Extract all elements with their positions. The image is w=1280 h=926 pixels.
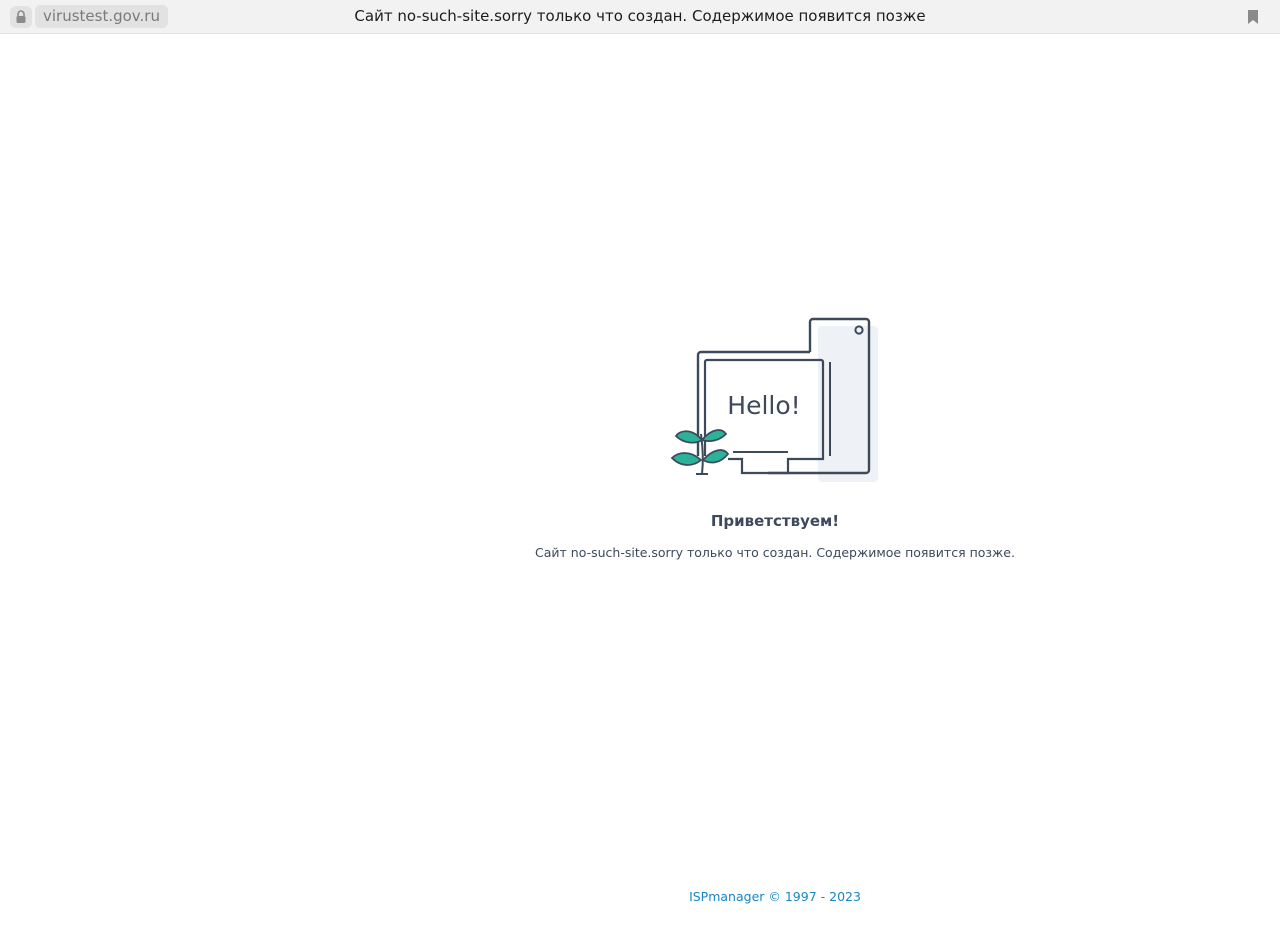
- page-content: Hello! Приветствуем! Сайт no-such-site.s…: [0, 0, 1280, 926]
- greeting-heading: Приветствуем!: [710, 512, 840, 530]
- site-created-message: Сайт no-such-site.sorry только что созда…: [535, 545, 1015, 560]
- footer-copyright[interactable]: ISPmanager © 1997 - 2023: [475, 889, 1075, 904]
- hello-monitor-illustration: Hello!: [670, 317, 878, 482]
- illustration-hello-text: Hello!: [727, 391, 800, 420]
